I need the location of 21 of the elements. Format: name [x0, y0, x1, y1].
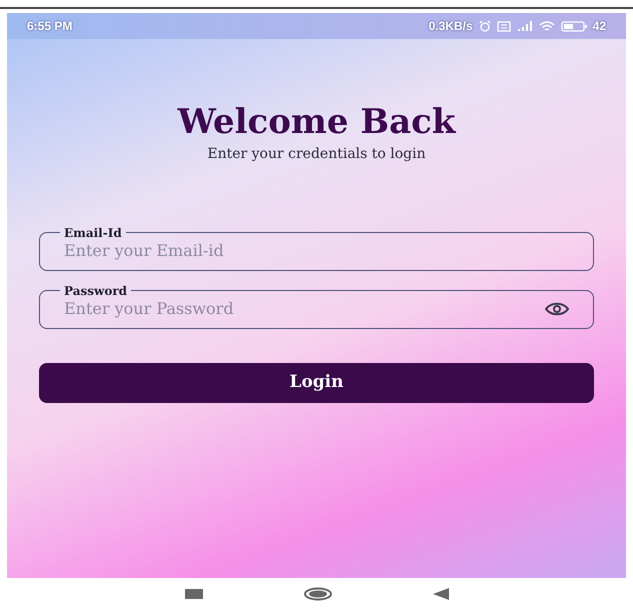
alarm-icon	[478, 20, 491, 32]
field-label: Email-Id	[63, 226, 123, 238]
password-box[interactable]: Password Enter your Password	[39, 284, 594, 328]
welcome-title: Welcome Back	[178, 101, 456, 144]
network-speed: 0.3KB/s	[428, 18, 473, 35]
back-icon[interactable]	[432, 588, 448, 600]
field-label: Password	[63, 284, 128, 296]
battery-percentage: 42	[592, 18, 606, 35]
welcome-subtitle: Enter your credentials to login	[207, 144, 426, 164]
login-button[interactable]: Login	[39, 362, 594, 402]
status-time: 6:55 PM	[27, 18, 72, 35]
eye-icon[interactable]	[545, 302, 569, 316]
password-field[interactable]: Enter your Password	[64, 296, 545, 320]
battery-icon	[560, 20, 587, 32]
data-icon	[496, 20, 511, 32]
email-box[interactable]: Email-Id Enter your Email-id	[39, 226, 594, 270]
signal-icon	[516, 21, 533, 31]
recents-icon[interactable]	[184, 589, 202, 599]
wifi-icon	[538, 20, 555, 32]
home-icon[interactable]	[302, 587, 332, 601]
email-field[interactable]: Enter your Email-id	[64, 238, 569, 262]
